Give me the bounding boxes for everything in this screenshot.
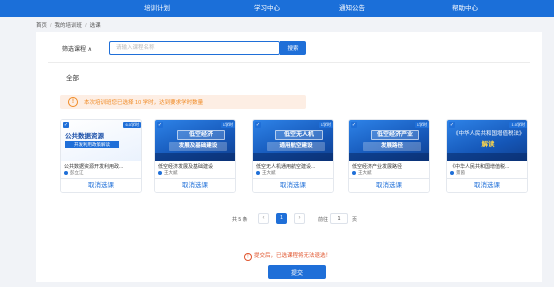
- submit-warning-text: 提交后，已选课程将无法退选！: [254, 253, 332, 259]
- course-cover-image: ✓ 1.0学时 《中华人民共和国增值税法》 解读: [447, 120, 527, 161]
- cover-caption: 通用航空建设: [267, 142, 325, 151]
- breadcrumb-separator: /: [85, 23, 87, 29]
- cover-caption: 公共数据资源: [65, 133, 104, 140]
- cover-decoration: [349, 153, 429, 161]
- filter-courses-toggle[interactable]: 筛选课程 ∧: [62, 44, 92, 53]
- course-title[interactable]: 《中华人民共和国增值税...: [450, 163, 526, 170]
- course-card: ✓ 1学时 低空无人机 通用航空建设 低空无人机通用航空建设... 王大斌 取消…: [252, 119, 334, 193]
- breadcrumb: 首页 / 我的培训班 / 选课: [36, 21, 101, 29]
- cancel-selection-button[interactable]: 取消选课: [155, 178, 235, 192]
- course-author: 王大斌: [352, 170, 372, 176]
- chevron-up-icon: ∧: [86, 47, 93, 53]
- breadcrumb-home[interactable]: 首页: [36, 23, 47, 29]
- course-title[interactable]: 低空无人机通用航空建设...: [256, 163, 332, 170]
- divider: [48, 62, 530, 63]
- course-card: ✓ 1学时 低空经济产业 发展路径 低空经济产业发展路径 王大斌 取消选课: [348, 119, 430, 193]
- course-search-input[interactable]: [109, 41, 280, 55]
- cancel-selection-button[interactable]: 取消选课: [61, 178, 141, 192]
- search-button[interactable]: 搜索: [280, 41, 306, 55]
- course-card: ✓ 1.0学时 《中华人民共和国增值税法》 解读 《中华人民共和国增值税... …: [446, 119, 528, 193]
- course-cover-image: ✓ 6.0学时 公共数据资源 开发利用政策解读: [61, 120, 141, 161]
- user-icon: [256, 170, 260, 175]
- course-hours-badge: 1.0学时: [509, 122, 527, 128]
- page-number-current[interactable]: 1: [276, 213, 287, 224]
- chevron-right-icon[interactable]: ›: [294, 213, 305, 224]
- filter-courses-label: 筛选课程: [62, 47, 87, 53]
- cover-decoration: [155, 153, 235, 161]
- cover-caption: 开发利用政策解读: [65, 141, 119, 148]
- user-icon: [352, 170, 356, 175]
- cover-caption: 低空经济产业: [371, 130, 419, 140]
- submit-button[interactable]: 提交: [268, 265, 326, 279]
- course-author: 王大斌: [158, 170, 178, 176]
- submit-warning: ! 提交后，已选课程将无法退选！: [244, 251, 331, 261]
- course-hours-badge: 1学时: [220, 122, 235, 128]
- nav-learning-center[interactable]: 学习中心: [254, 0, 280, 17]
- cancel-selection-button[interactable]: 取消选课: [253, 178, 333, 192]
- course-title[interactable]: 公共数据资源开发利用政...: [64, 163, 140, 170]
- cover-caption: 发展路径: [363, 142, 421, 151]
- course-cover-image: ✓ 1学时 低空经济产业 发展路径: [349, 120, 429, 161]
- goto-page-unit: 页: [352, 217, 358, 223]
- course-card: ✓ 6.0学时 公共数据资源 开发利用政策解读 公共数据资源开发利用政... 彭…: [60, 119, 142, 193]
- breadcrumb-separator: /: [50, 23, 52, 29]
- course-author: 王大斌: [256, 170, 276, 176]
- nav-help-center[interactable]: 帮助中心: [452, 0, 478, 17]
- selected-check-icon: ✓: [255, 122, 261, 128]
- nav-announcements[interactable]: 通知公告: [339, 0, 365, 17]
- selected-check-icon: ✓: [449, 122, 455, 128]
- author-name: 彭立江: [70, 170, 84, 175]
- selected-check-icon: ✓: [157, 122, 163, 128]
- goto-page-label: 前往: [318, 217, 329, 223]
- course-card: ✓ 1学时 低空经济 发展及基础建设 低空经济发展及基础建设 王大斌 取消选课: [154, 119, 236, 193]
- selected-check-icon: ✓: [63, 122, 69, 128]
- cancel-selection-button[interactable]: 取消选课: [349, 178, 429, 192]
- user-icon: [158, 170, 162, 175]
- course-author: 景茵: [450, 170, 465, 176]
- author-name: 王大斌: [164, 170, 178, 175]
- cover-decoration: [447, 153, 527, 161]
- cover-caption: 低空无人机: [275, 130, 323, 140]
- warning-icon: !: [244, 253, 252, 261]
- user-icon: [64, 170, 68, 175]
- course-hours-badge: 1学时: [414, 122, 429, 128]
- cover-caption: 解读: [481, 141, 495, 148]
- cover-caption: 《中华人民共和国增值税法》: [453, 131, 523, 137]
- course-hours-badge: 1学时: [318, 122, 333, 128]
- cover-caption: 低空经济: [177, 130, 225, 140]
- course-title[interactable]: 低空经济产业发展路径: [352, 163, 428, 170]
- hours-notice: ! 本次培训班您已选择 10 学时，达到要求学时数量: [60, 95, 306, 109]
- top-navigation: 培训计划 学习中心 通知公告 帮助中心: [0, 0, 554, 17]
- course-title[interactable]: 低空经济发展及基础建设: [158, 163, 234, 170]
- course-hours-badge: 6.0学时: [123, 122, 141, 128]
- selected-check-icon: ✓: [351, 122, 357, 128]
- course-cover-image: ✓ 1学时 低空无人机 通用航空建设: [253, 120, 333, 161]
- chevron-left-icon[interactable]: ‹: [258, 213, 269, 224]
- cover-decoration: [253, 153, 333, 161]
- author-name: 景茵: [456, 170, 465, 175]
- cover-caption: 发展及基础建设: [169, 142, 227, 151]
- pagination-total: 共 5 条: [232, 217, 248, 223]
- breadcrumb-current: 选课: [89, 23, 101, 29]
- author-name: 王大斌: [262, 170, 276, 175]
- nav-training-plan[interactable]: 培训计划: [144, 0, 170, 17]
- cancel-selection-button[interactable]: 取消选课: [447, 178, 527, 192]
- course-author: 彭立江: [64, 170, 84, 176]
- goto-page-input[interactable]: [330, 213, 348, 224]
- info-icon: !: [68, 97, 78, 107]
- author-name: 王大斌: [358, 170, 372, 175]
- hours-notice-text: 本次培训班您已选择 10 学时，达到要求学时数量: [84, 100, 204, 106]
- course-cover-image: ✓ 1学时 低空经济 发展及基础建设: [155, 120, 235, 161]
- breadcrumb-my-classes[interactable]: 我的培训班: [55, 23, 83, 29]
- category-all-tab[interactable]: 全部: [66, 72, 79, 82]
- user-icon: [450, 170, 454, 175]
